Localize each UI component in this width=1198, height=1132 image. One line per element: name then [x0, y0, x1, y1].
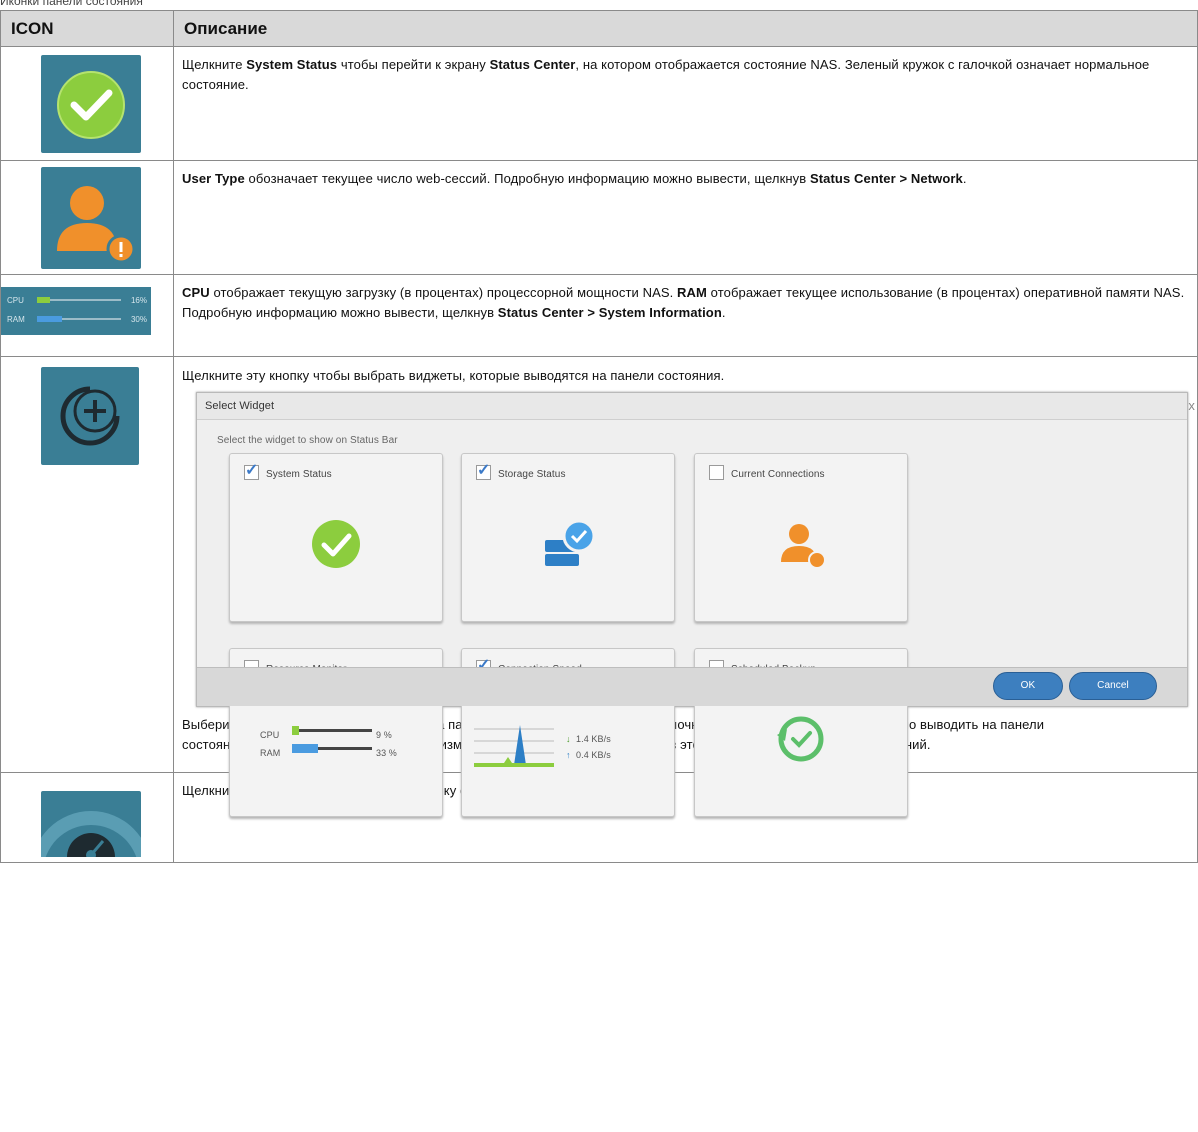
connection-speed-graph-icon	[474, 725, 554, 767]
table-row: Щелкните эту кнопку чтобы выбрать виджет…	[0, 356, 1198, 817]
table-row: User Type обозначает текущее число web-с…	[0, 160, 1198, 275]
system-status-icon	[41, 55, 141, 153]
status-center-term: Status Center	[489, 57, 576, 72]
widget-checkbox[interactable]	[476, 461, 491, 481]
user-type-icon	[41, 167, 141, 269]
widget-label: Storage Status	[498, 469, 566, 480]
table-caption: Иконки панели состояния	[0, 0, 143, 8]
ram-bar-fill	[37, 316, 63, 322]
widget-card-storage-status[interactable]: Storage Status	[461, 453, 675, 622]
ok-button[interactable]: OK	[993, 672, 1063, 700]
resource-cpu-fill	[292, 726, 300, 735]
header-icon: ICON	[0, 10, 174, 47]
ram-value: 30%	[130, 315, 147, 324]
ram-label: RAM	[7, 315, 25, 324]
table-row: CPU 16% RAM 30% CPU отображает текущую з…	[0, 274, 1198, 357]
dialog-footer: OK Cancel	[197, 667, 1187, 706]
widget-label: System Status	[266, 469, 332, 480]
widget-card-system-status[interactable]: System Status	[229, 453, 443, 622]
dialog-title: Select Widget	[197, 393, 1187, 420]
user-type-term: User Type	[182, 171, 245, 186]
resource-ram-value: 33 %	[376, 748, 397, 758]
row3-text: отображает текущую загрузку (в процентах…	[209, 285, 678, 300]
table-row: Щелкните System Status чтобы перейти к э…	[0, 46, 1198, 161]
current-connections-icon	[695, 514, 907, 580]
cpu-bar-fill	[37, 297, 51, 303]
system-status-icon	[230, 514, 442, 580]
widget-card-current-connections[interactable]: Current Connections	[694, 453, 908, 622]
add-widget-description: Щелкните эту кнопку чтобы выбрать виджет…	[182, 368, 725, 383]
widget-checkbox[interactable]	[709, 465, 724, 480]
widget-label: Current Connections	[731, 469, 825, 480]
cpu-label: CPU	[7, 296, 24, 305]
upload-arrow-icon: ↑	[566, 750, 571, 760]
upload-speed: 0.4 KB/s	[576, 750, 611, 760]
resource-ram-fill	[292, 744, 319, 753]
row2-text: обозначает текущее число web-сессий. Под…	[244, 171, 810, 186]
cpu-value: 16%	[130, 296, 147, 305]
cpu-term: CPU	[182, 285, 210, 300]
row3-text: .	[721, 305, 726, 320]
dialog-close-icon[interactable]: x	[1188, 396, 1195, 416]
resource-ram-label: RAM	[260, 748, 281, 758]
resource-cpu-label: CPU	[260, 730, 280, 740]
row1-text: чтобы перейти к экрану	[337, 57, 490, 72]
ram-term: RAM	[677, 285, 707, 300]
cancel-button[interactable]: Cancel	[1069, 672, 1157, 700]
scheduled-backup-icon	[695, 709, 907, 775]
select-widget-dialog: Select Widget x Select the widget to sho…	[196, 392, 1195, 817]
icon-description-table: ICON Описание Щелкните System Status что…	[0, 10, 1198, 863]
toggle-status-bar-icon	[41, 791, 141, 857]
cpu-ram-monitor-icon: CPU 16% RAM 30%	[1, 287, 151, 335]
add-widget-icon	[41, 367, 139, 465]
widget-checkbox[interactable]	[244, 461, 259, 481]
storage-status-icon	[462, 514, 674, 580]
resource-cpu-value: 9 %	[376, 730, 392, 740]
dialog-subtitle: Select the widget to show on Status Bar	[217, 435, 398, 446]
status-center-network-term: Status Center > Network	[809, 171, 963, 186]
system-status-term: System Status	[246, 57, 338, 72]
status-center-system-info-term: Status Center > System Information	[497, 305, 722, 320]
row1-text: Щелкните	[182, 57, 247, 72]
header-description: Описание	[173, 10, 1198, 47]
row2-text: .	[962, 171, 967, 186]
